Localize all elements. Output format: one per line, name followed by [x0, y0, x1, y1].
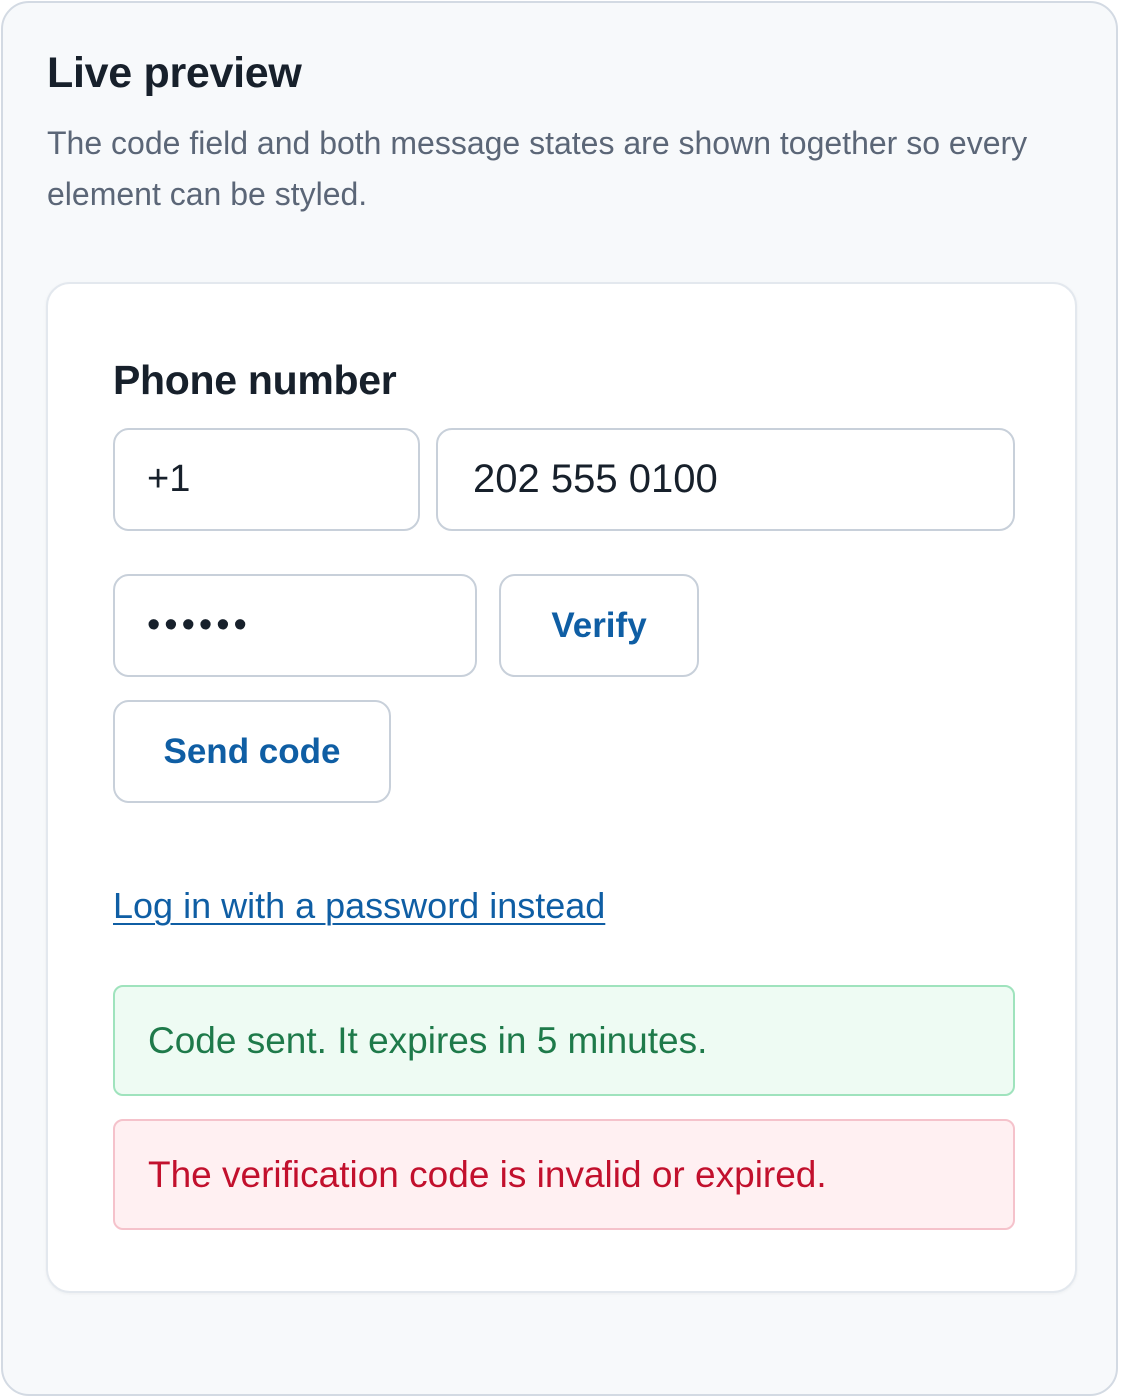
password-login-link[interactable]: Log in with a password instead [113, 882, 605, 930]
panel-description: The code field and both message states a… [47, 125, 1028, 212]
phone-number-label: Phone number [113, 357, 397, 403]
verify-button[interactable]: Verify [499, 574, 699, 677]
verification-code-input[interactable] [113, 574, 477, 677]
error-message: The verification code is invalid or expi… [113, 1119, 1015, 1230]
phone-login-card: Phone number Verify Send code Log in wit… [46, 282, 1077, 1293]
send-code-button[interactable]: Send code [113, 700, 391, 803]
panel-title: Live preview [47, 49, 302, 97]
live-preview-panel: Live preview The code field and both mes… [1, 1, 1118, 1396]
phone-number-input[interactable] [436, 428, 1015, 531]
success-message: Code sent. It expires in 5 minutes. [113, 985, 1015, 1096]
country-code-input[interactable] [113, 428, 420, 531]
